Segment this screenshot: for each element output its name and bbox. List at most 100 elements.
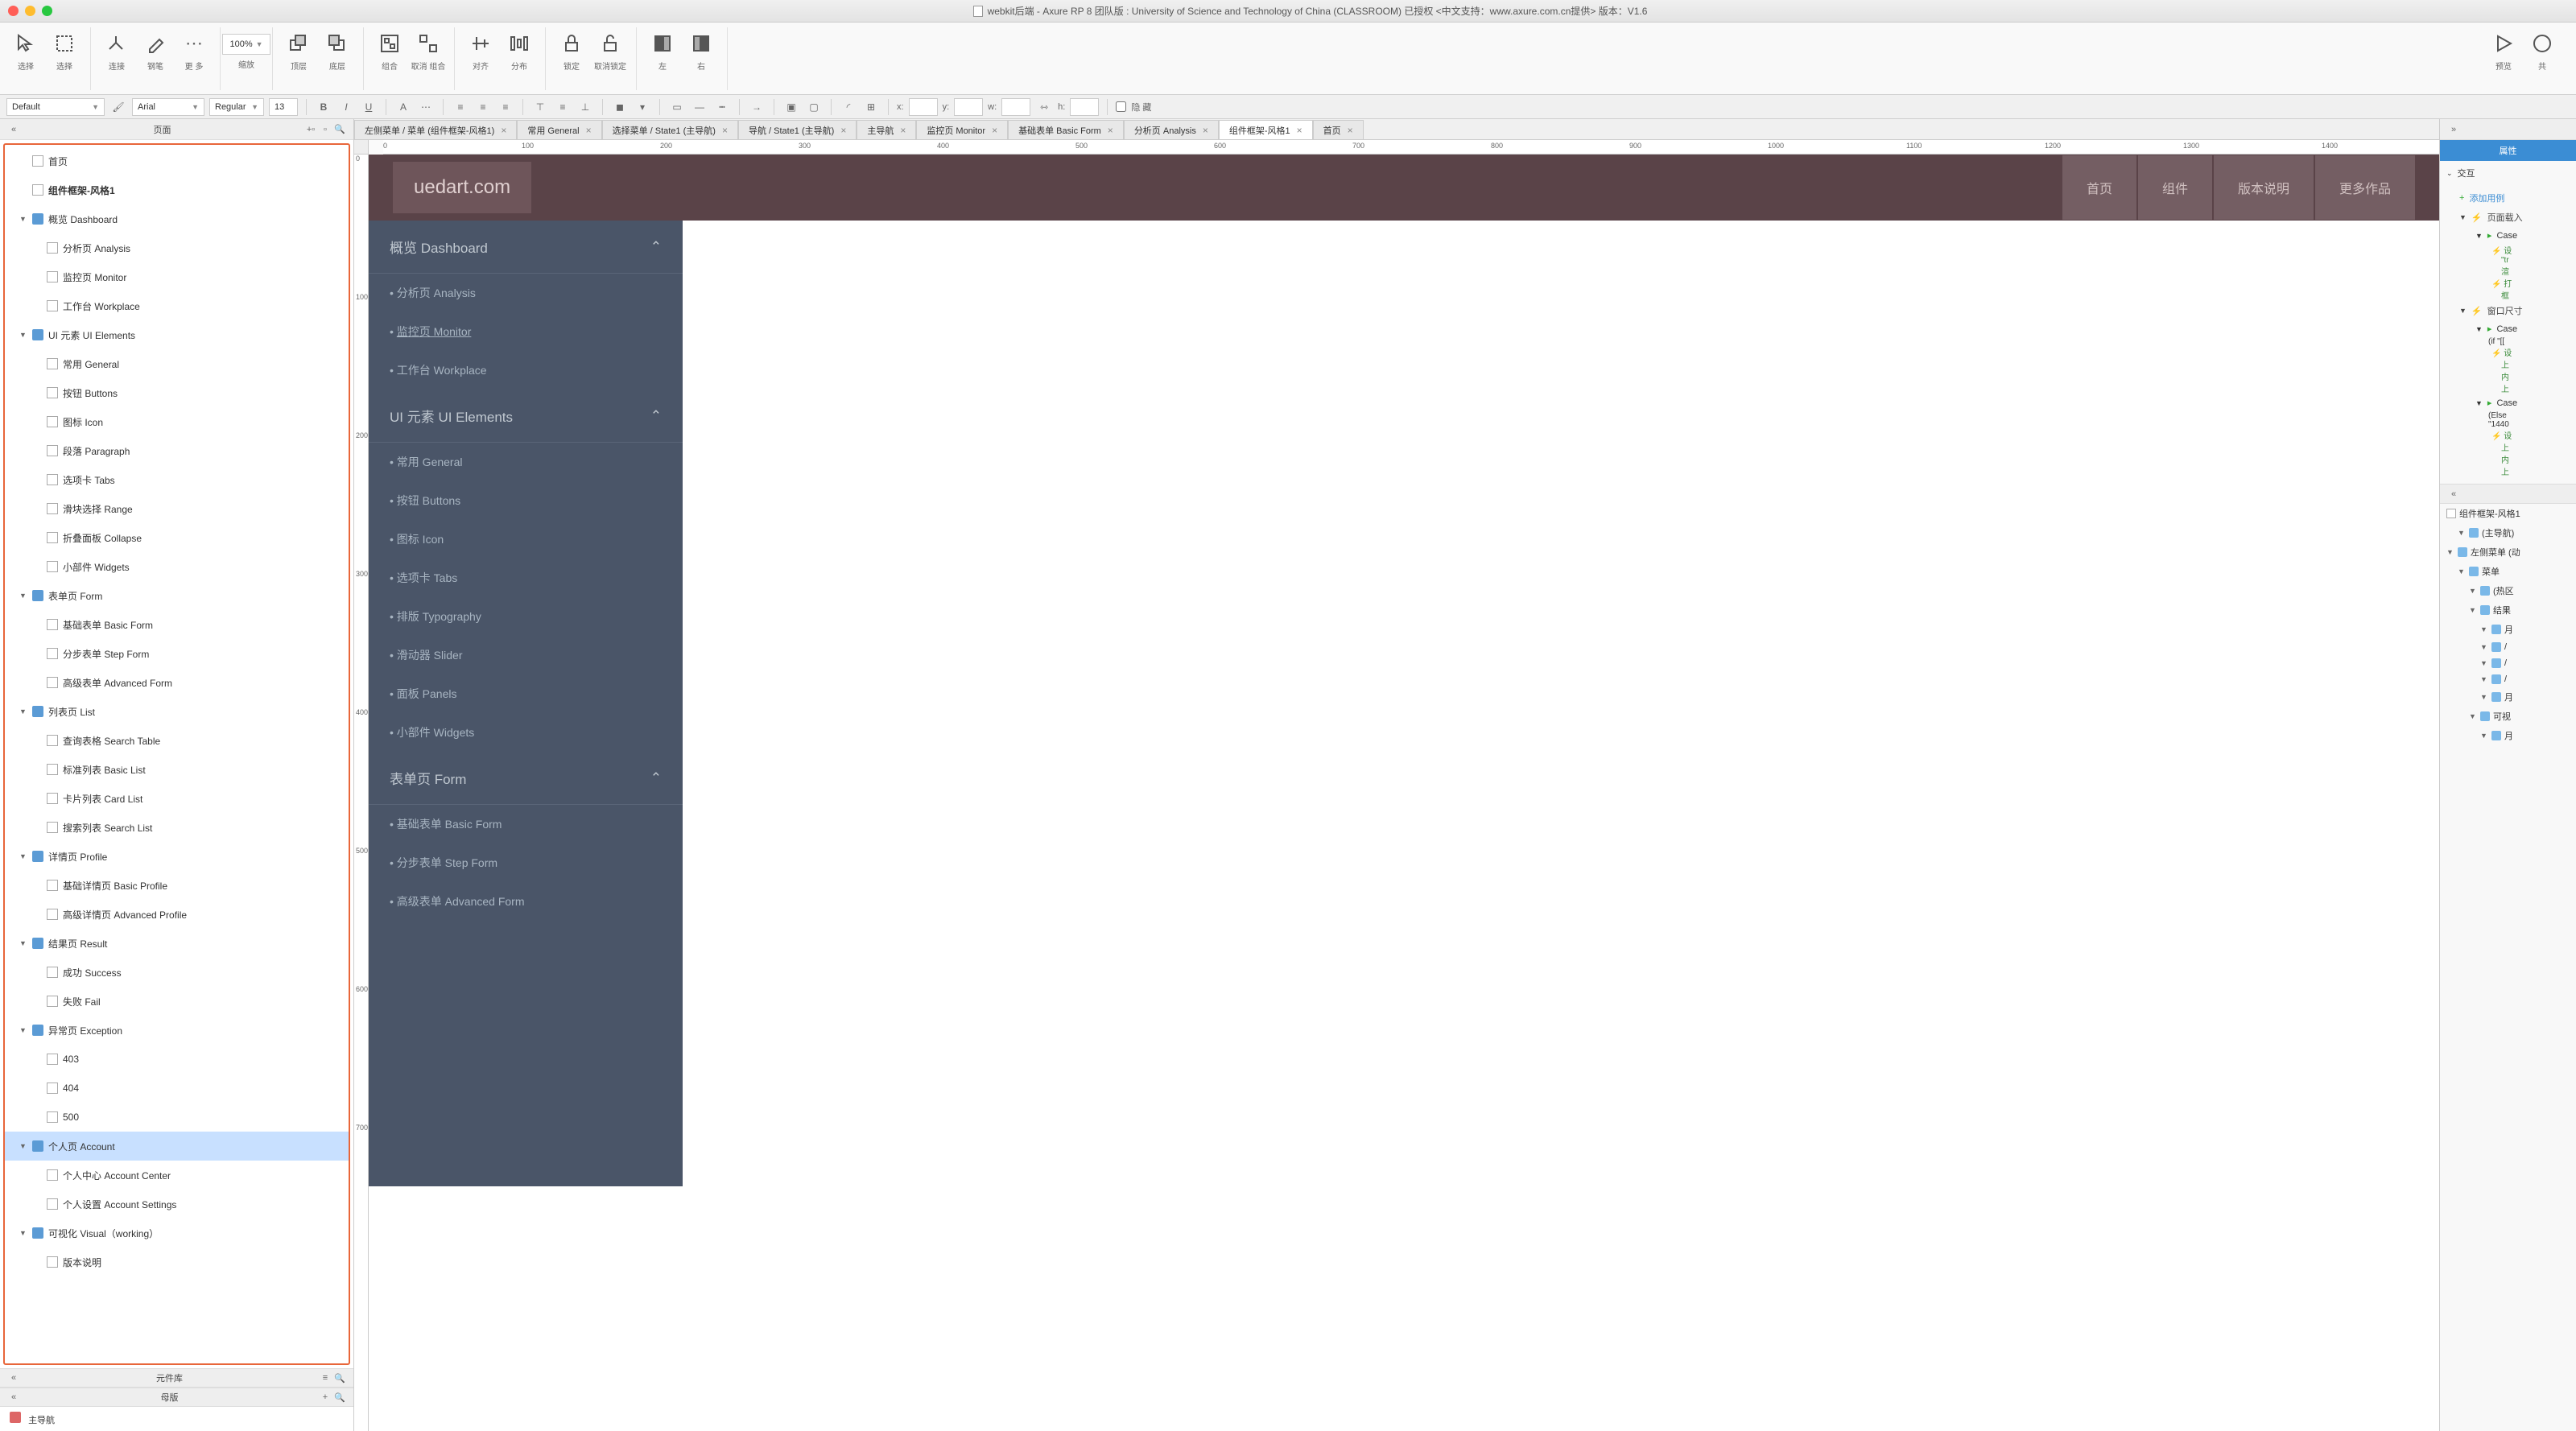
border-button[interactable]: ▭ (668, 98, 686, 116)
connect-tool[interactable]: 连接 (99, 27, 134, 72)
document-tab[interactable]: 首页× (1313, 120, 1364, 139)
expand-icon[interactable]: ▼ (2480, 732, 2488, 740)
minimize-window-icon[interactable] (25, 6, 35, 16)
size-select[interactable]: 13 (269, 98, 298, 116)
align-center-text-button[interactable]: ≡ (474, 98, 492, 116)
outline-item[interactable]: ▼结果 (2440, 600, 2576, 620)
ungroup-button[interactable]: 取消 组合 (411, 27, 446, 72)
tree-page[interactable]: 基础详情页 Basic Profile (5, 871, 349, 900)
tree-page[interactable]: 标准列表 Basic List (5, 755, 349, 784)
expand-icon[interactable]: ▼ (2480, 659, 2488, 667)
expand-icon[interactable]: ▼ (19, 1026, 27, 1034)
search-icon[interactable]: 🔍 (332, 1390, 347, 1404)
add-folder-icon[interactable]: ▫ (318, 122, 332, 137)
expand-icon[interactable]: ▼ (2458, 529, 2466, 537)
outline-item[interactable]: ▼菜单 (2440, 562, 2576, 581)
close-tab-icon[interactable]: × (840, 125, 846, 136)
tree-page[interactable]: 403 (5, 1045, 349, 1074)
fill-dropdown[interactable]: ▾ (634, 98, 651, 116)
tree-page[interactable]: 按钮 Buttons (5, 378, 349, 407)
design-canvas[interactable]: uedart.com 首页组件版本说明更多作品 概览 Dashboard⌃分析页… (369, 155, 2439, 1431)
search-icon[interactable]: 🔍 (332, 122, 347, 137)
send-back-button[interactable]: 底层 (320, 27, 355, 72)
tree-page[interactable]: 版本说明 (5, 1247, 349, 1276)
close-tab-icon[interactable]: × (722, 125, 728, 136)
expand-icon[interactable]: ▼ (2480, 693, 2488, 701)
maximize-window-icon[interactable] (42, 6, 52, 16)
masters-panel-header[interactable]: « 母版 + 🔍 (0, 1388, 353, 1407)
action-item[interactable]: ⚡ 设 (2459, 346, 2566, 358)
expand-icon[interactable]: ▼ (2469, 712, 2477, 720)
window-resize-event[interactable]: ▼⚡ 窗口尺寸 (2459, 301, 2566, 320)
outline-item[interactable]: ▼可视 (2440, 707, 2576, 726)
hidden-checkbox[interactable] (1116, 101, 1126, 112)
page-load-event[interactable]: ▼⚡ 页面载入 (2459, 208, 2566, 227)
valign-bottom-button[interactable]: ⊥ (576, 98, 594, 116)
tree-page[interactable]: 失败 Fail (5, 987, 349, 1016)
expand-icon[interactable]: ▼ (2480, 643, 2488, 651)
tree-folder[interactable]: ▼ 表单页 Form (5, 581, 349, 610)
document-tab[interactable]: 基础表单 Basic Form× (1008, 120, 1124, 139)
menu-icon[interactable]: ≡ (318, 1371, 332, 1385)
tree-folder[interactable]: ▼ 概览 Dashboard (5, 204, 349, 233)
zoom-control[interactable]: 100%▼ 缩放 (229, 27, 264, 70)
expand-icon[interactable]: ▼ (2458, 567, 2466, 575)
expand-icon[interactable]: ▼ (19, 592, 27, 600)
tree-folder[interactable]: ▼ UI 元素 UI Elements (5, 320, 349, 349)
corner-button[interactable]: ◜ (840, 98, 857, 116)
y-input[interactable] (954, 98, 983, 116)
shadow-outer-button[interactable]: ▣ (782, 98, 800, 116)
outline-root[interactable]: 组件框架-风格1 (2440, 504, 2576, 523)
bold-button[interactable]: B (315, 98, 332, 116)
x-input[interactable] (909, 98, 938, 116)
outline-item[interactable]: ▼/ (2440, 671, 2576, 687)
align-right-text-button[interactable]: ≡ (497, 98, 514, 116)
expand-icon[interactable]: ▼ (2480, 625, 2488, 633)
tree-page[interactable]: 高级详情页 Advanced Profile (5, 900, 349, 929)
expand-icon[interactable]: ▼ (19, 215, 27, 223)
action-item[interactable]: ⚡ 打 (2459, 277, 2566, 289)
case-item[interactable]: ▼▸ Case (2459, 394, 2566, 411)
document-tab[interactable]: 常用 General× (517, 120, 601, 139)
outline-item[interactable]: ▼月 (2440, 687, 2576, 707)
more-text-button[interactable]: ⋯ (417, 98, 435, 116)
font-select[interactable]: Arial▼ (132, 98, 204, 116)
expand-icon[interactable]: ▼ (2469, 606, 2477, 614)
paint-icon[interactable]: 🖌 (109, 98, 127, 116)
outline-item[interactable]: ▼(主导航) (2440, 523, 2576, 542)
tree-page[interactable]: 常用 General (5, 349, 349, 378)
close-tab-icon[interactable]: × (1203, 125, 1208, 136)
tree-page[interactable]: 滑块选择 Range (5, 494, 349, 523)
tree-page[interactable]: 监控页 Monitor (5, 262, 349, 291)
outline-item[interactable]: ▼/ (2440, 655, 2576, 671)
close-tab-icon[interactable]: × (1108, 125, 1113, 136)
case-item[interactable]: ▼▸ Case (2459, 320, 2566, 337)
tree-page[interactable]: 卡片列表 Card List (5, 784, 349, 813)
outline-item[interactable]: ▼(热区 (2440, 581, 2576, 600)
select-tool[interactable]: 选择 (8, 27, 43, 72)
distribute-button[interactable]: 分布 (502, 27, 537, 72)
tree-folder[interactable]: ▼ 可视化 Visual（working） (5, 1219, 349, 1247)
document-tab[interactable]: 监控页 Monitor× (916, 120, 1008, 139)
close-tab-icon[interactable]: × (501, 125, 506, 136)
zoom-select[interactable]: 100%▼ (222, 34, 270, 55)
tree-folder[interactable]: ▼ 结果页 Result (5, 929, 349, 958)
expand-icon[interactable]: ▼ (2446, 548, 2454, 556)
expand-icon[interactable]: ▼ (19, 852, 27, 860)
weight-select[interactable]: Regular▼ (209, 98, 264, 116)
expand-icon[interactable]: ▼ (19, 707, 27, 716)
align-right-button[interactable]: 右 (683, 27, 719, 72)
close-tab-icon[interactable]: × (992, 125, 997, 136)
add-case-link[interactable]: +添加用例 (2459, 188, 2566, 208)
tree-page[interactable]: 搜索列表 Search List (5, 813, 349, 842)
valign-middle-button[interactable]: ≡ (554, 98, 572, 116)
expand-icon[interactable]: ▼ (19, 1229, 27, 1237)
lock-button[interactable]: 锁定 (554, 27, 589, 72)
collapse-right-icon[interactable]: » (2446, 122, 2461, 137)
tree-page[interactable]: 分析页 Analysis (5, 233, 349, 262)
text-color-button[interactable]: A (394, 98, 412, 116)
tree-page[interactable]: 404 (5, 1074, 349, 1103)
close-window-icon[interactable] (8, 6, 19, 16)
widgets-panel-header[interactable]: « 元件库 ≡ 🔍 (0, 1368, 353, 1388)
selected-tool[interactable]: 选择 (47, 27, 82, 72)
